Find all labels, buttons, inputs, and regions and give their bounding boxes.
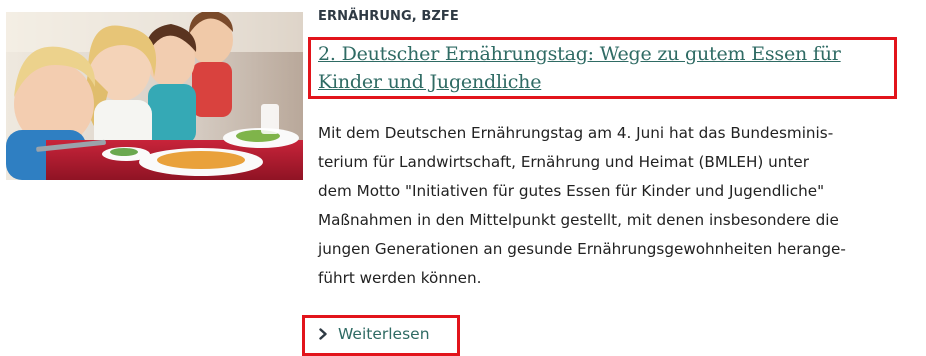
summary-line: jungen Generationen an gesunde Ernährung… (318, 240, 846, 258)
summary-line: Maßnahmen in den Mittelpunkt gestellt, m… (318, 211, 839, 229)
chevron-right-icon (319, 328, 327, 340)
title-line-1: 2. Deutscher Ernährungstag: Wege zu gute… (318, 43, 841, 65)
summary-line: dem Motto "Initiativen für gutes Essen f… (318, 182, 825, 200)
read-more-label: Weiterlesen (338, 325, 430, 343)
children-eating-photo (6, 12, 303, 180)
article-summary: Mit dem Deutschen Ernährungstag am 4. Ju… (318, 119, 918, 293)
summary-line: führt werden können. (318, 269, 482, 287)
title-line-2: Kinder und Jugendliche (318, 71, 542, 93)
teaser-image[interactable] (6, 12, 303, 180)
summary-line: terium für Landwirtschaft, Ernährung und… (318, 153, 809, 171)
article-teaser: ERNÄHRUNG, BZFE 2. Deutscher Ernährungst… (0, 0, 926, 356)
read-more-link[interactable]: Weiterlesen (318, 325, 430, 343)
article-title-link[interactable]: 2. Deutscher Ernährungstag: Wege zu gute… (318, 40, 898, 96)
category-kicker: ERNÄHRUNG, BZFE (318, 9, 459, 24)
summary-line: Mit dem Deutschen Ernährungstag am 4. Ju… (318, 124, 834, 142)
